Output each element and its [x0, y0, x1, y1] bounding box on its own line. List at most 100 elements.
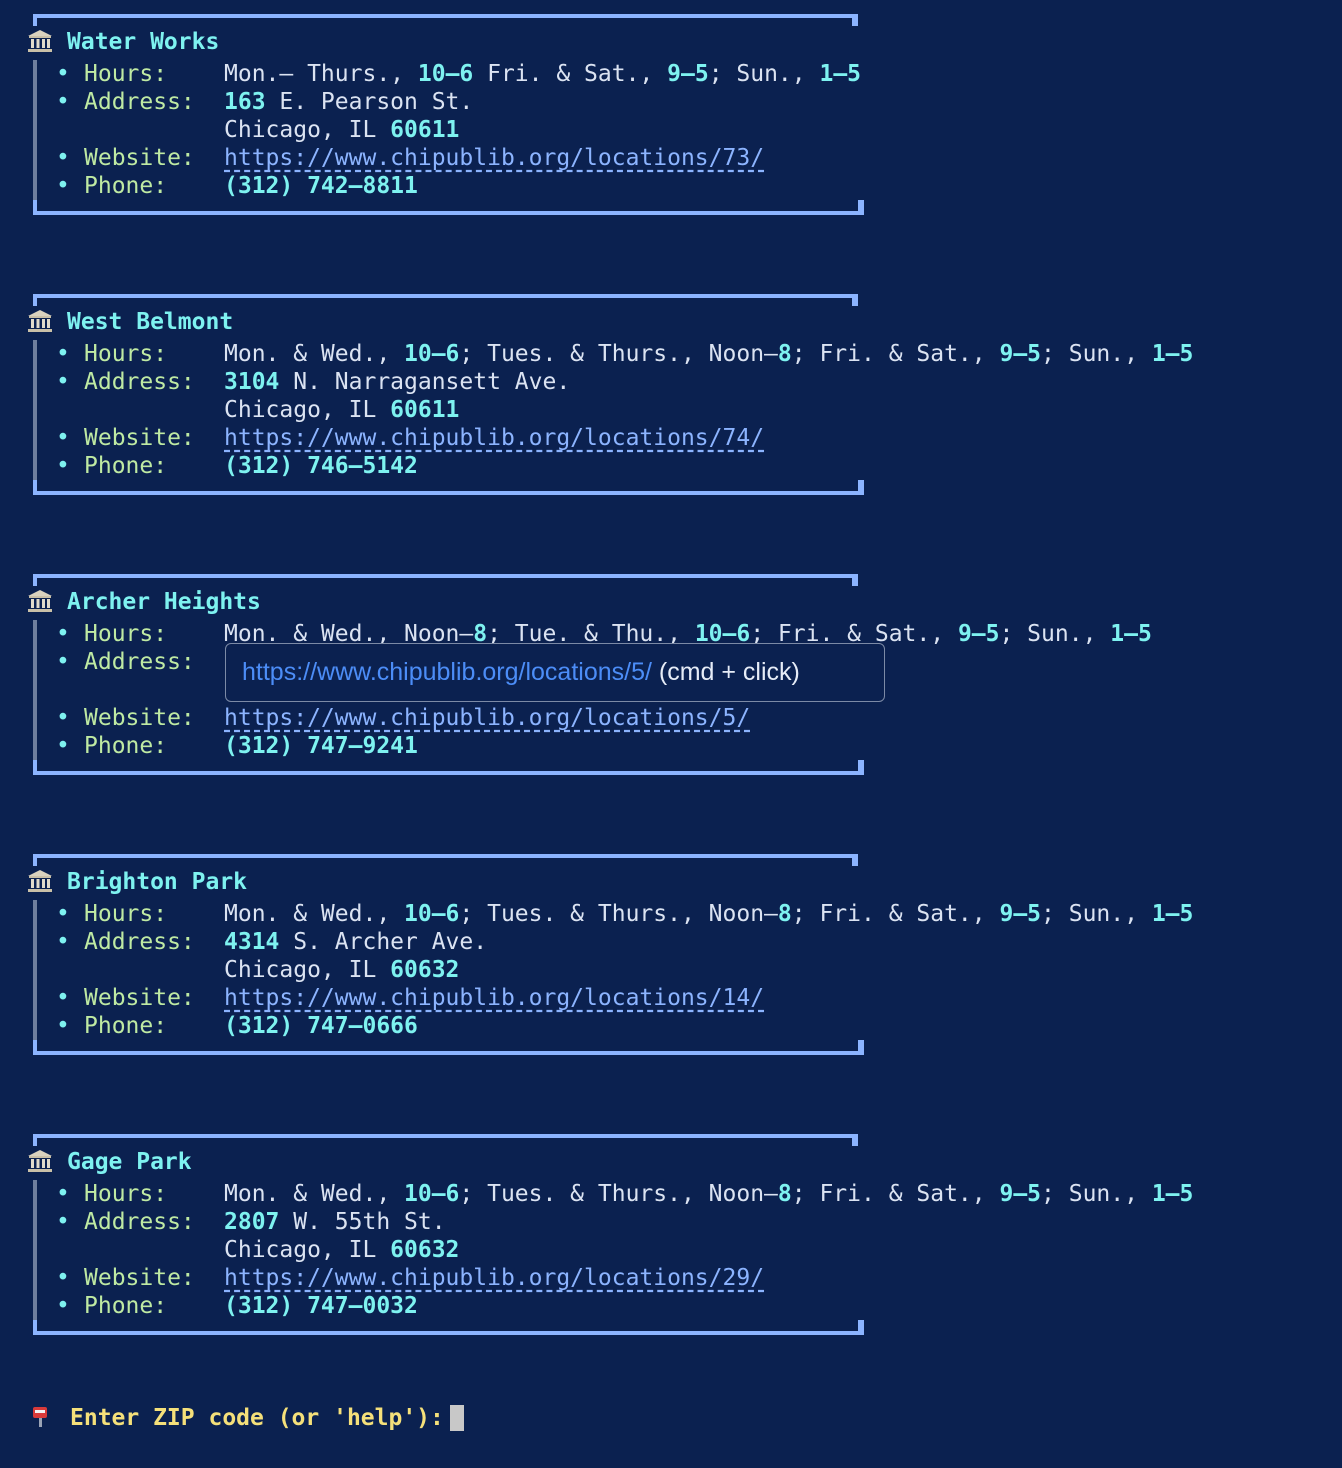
value-segment: (312) 746–5142 [224, 453, 418, 479]
tooltip-url[interactable]: https://www.chipublib.org/locations/5/ [242, 658, 652, 686]
value-segment: ; Fri. & Sat., [791, 341, 1000, 367]
hours-label: Hours: [84, 621, 168, 647]
value-segment: ; Sun., [708, 61, 820, 87]
website-label: Website: [84, 985, 195, 1011]
value-segment: ; Tues. & Thurs., Noon– [459, 1181, 778, 1207]
bullet: • [56, 985, 70, 1011]
address-line-2: Chicago, IL 60632 [224, 956, 459, 984]
phone-label: Phone: [84, 733, 168, 759]
phone-row: • Phone: (312) 747–9241 [56, 732, 418, 760]
value-segment: ; Sun., [999, 621, 1111, 647]
address-line-2: Chicago, IL 60632 [224, 1236, 459, 1264]
hours-value: Mon.– Thurs., 10–6 Fri. & Sat., 9–5; Sun… [224, 61, 861, 87]
prompt-text: Enter ZIP code (or 'help'): [70, 1405, 444, 1431]
link-tooltip: https://www.chipublib.org/locations/5/ (… [225, 643, 885, 702]
value-segment: 60632 [390, 1237, 460, 1263]
address-row: • Address: 163 E. Pearson St. [56, 88, 473, 116]
library-card: Water Works • Hours: Mon.– Thurs., 10–6 Fri… [0, 14, 1342, 224]
bullet: • [56, 341, 70, 367]
bullet: • [56, 145, 70, 171]
hours-value: Mon. & Wed., 10–6; Tues. & Thurs., Noon–… [224, 341, 1193, 367]
bullet: • [56, 649, 70, 675]
bullet: • [56, 425, 70, 451]
bullet: • [56, 1181, 70, 1207]
hours-row: • Hours: Mon. & Wed., 10–6; Tues. & Thurs.… [56, 900, 1193, 928]
value-segment: Mon. & Wed., [224, 901, 405, 927]
phone-row: • Phone: (312) 747–0032 [56, 1292, 418, 1320]
frame-bottom [33, 1040, 864, 1055]
value-segment: 60632 [390, 957, 460, 983]
frame-bottom [33, 200, 864, 215]
bullet: • [56, 1265, 70, 1291]
bullet: • [56, 1209, 70, 1235]
frame-top [33, 574, 858, 586]
phone-row: • Phone: (312) 746–5142 [56, 452, 418, 480]
value-segment: E. Pearson St. [265, 89, 474, 115]
library-card: Brighton Park • Hours: Mon. & Wed., 10–6; T… [0, 854, 1342, 1064]
value-segment: S. Archer Ave. [279, 929, 488, 955]
value-segment: 1–5 [1151, 1181, 1194, 1207]
value-segment: 9–5 [957, 621, 1000, 647]
phone-label: Phone: [84, 1013, 168, 1039]
frame-bottom [33, 760, 864, 775]
tooltip-hint: (cmd + click) [651, 658, 800, 686]
value-segment: ; Sun., [1041, 1181, 1152, 1207]
value-segment: Chicago, IL [224, 117, 391, 143]
website-link[interactable]: https://www.chipublib.org/locations/73/ [224, 145, 764, 171]
text-cursor[interactable] [449, 1405, 464, 1431]
value-segment: ; Tues. & Thurs., Noon– [459, 901, 778, 927]
address-row: • Address: 3104 N. Narragansett Ave. [56, 368, 570, 396]
value-segment: Mon. & Wed., [224, 1181, 405, 1207]
value-segment: 10–6 [404, 341, 460, 367]
website-row: • Website: https://www.chipublib.org/locat… [56, 704, 750, 732]
address-row: • Address: 2807 W. 55th St. [56, 1208, 446, 1236]
bullet: • [56, 929, 70, 955]
value-segment: 1–5 [819, 61, 862, 87]
value-segment: W. 55th St. [279, 1209, 446, 1235]
frame-gutter [33, 60, 37, 210]
address-line-1: 2807 W. 55th St. [224, 1209, 446, 1235]
value-segment: 9–5 [999, 901, 1042, 927]
website-link[interactable]: https://www.chipublib.org/locations/5/ [224, 705, 750, 731]
address-label: Address: [84, 649, 195, 675]
value-segment: Mon. & Wed., [224, 341, 405, 367]
hours-value: Mon. & Wed., 10–6; Tues. & Thurs., Noon–… [224, 1181, 1193, 1207]
library-title-row: Archer Heights [27, 588, 261, 616]
value-segment: (312) 747–9241 [224, 733, 418, 759]
website-label: Website: [84, 705, 195, 731]
address-line-2: Chicago, IL 60611 [224, 396, 459, 424]
phone-value: (312) 747–0666 [224, 1013, 418, 1039]
website-label: Website: [84, 425, 195, 451]
address-line-1: 163 E. Pearson St. [224, 89, 473, 115]
phone-value: (312) 747–9241 [224, 733, 418, 759]
phone-row: • Phone: (312) 747–0666 [56, 1012, 418, 1040]
hours-label: Hours: [84, 1181, 168, 1207]
address-label: Address: [84, 1209, 195, 1235]
hours-row: • Hours: Mon. & Wed., 10–6; Tues. & Thurs.… [56, 340, 1193, 368]
website-link[interactable]: https://www.chipublib.org/locations/14/ [224, 985, 764, 1011]
library-card: West Belmont • Hours: Mon. & Wed., 10–6; Tu… [0, 294, 1342, 504]
value-segment: (312) 747–0032 [224, 1293, 418, 1319]
phone-label: Phone: [84, 173, 168, 199]
value-segment: Chicago, IL [224, 957, 391, 983]
value-segment: (312) 747–0666 [224, 1013, 418, 1039]
website-row: • Website: https://www.chipublib.org/locat… [56, 984, 764, 1012]
bullet: • [56, 173, 70, 199]
zip-prompt[interactable]: Enter ZIP code (or 'help'): [30, 1403, 464, 1433]
value-segment: 3104 [224, 369, 280, 395]
value-segment: ; Tues. & Thurs., Noon– [459, 341, 778, 367]
value-segment: 10–6 [404, 901, 460, 927]
library-title-row: Gage Park [27, 1148, 192, 1176]
value-segment: N. Narragansett Ave. [279, 369, 571, 395]
phone-label: Phone: [84, 453, 168, 479]
website-link[interactable]: https://www.chipublib.org/locations/29/ [224, 1265, 764, 1291]
value-segment: Chicago, IL [224, 397, 391, 423]
value-segment: Chicago, IL [224, 1237, 391, 1263]
website-link[interactable]: https://www.chipublib.org/locations/74/ [224, 425, 764, 451]
library-card: Gage Park • Hours: Mon. & Wed., 10–6; Tues.… [0, 1134, 1342, 1344]
phone-value: (312) 747–0032 [224, 1293, 418, 1319]
hours-label: Hours: [84, 341, 168, 367]
hours-row: • Hours: Mon. & Wed., 10–6; Tues. & Thurs.… [56, 1180, 1193, 1208]
frame-top [33, 14, 858, 26]
address-label: Address: [84, 89, 195, 115]
